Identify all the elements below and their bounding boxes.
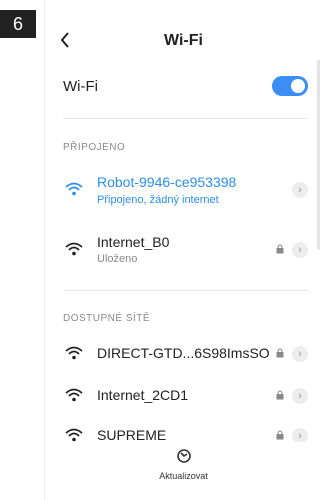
wifi-label: Wi-Fi [63,78,98,95]
wifi-signal-icon [65,428,83,442]
wifi-toggle[interactable] [272,76,308,96]
network-name: DIRECT-GTD...6S98ImsSO [97,345,270,361]
scrollbar[interactable] [317,60,320,250]
network-details-button[interactable]: › [292,242,308,258]
wifi-signal-icon [65,182,83,196]
wifi-signal-icon [65,346,83,360]
network-item-robot[interactable]: Robot-9946-ce953398 Připojeno, žádný int… [45,170,321,210]
refresh-icon [176,449,191,463]
refresh-button[interactable]: Aktualizovat [45,448,321,481]
wifi-settings-screen: Wi-Fi Wi-Fi PŘIPOJENO Robot-9946-ce95339… [44,0,321,500]
section-heading-connected: PŘIPOJENO [63,142,126,153]
section-heading-available: DOSTUPNÉ SÍTĚ [63,313,151,324]
lock-icon [276,390,284,400]
refresh-label: Aktualizovat [159,471,208,481]
network-details-button[interactable]: › [292,182,308,198]
network-name: Robot-9946-ce953398 [97,174,237,190]
wifi-signal-icon [65,388,83,402]
lock-icon [276,430,284,440]
network-name: SUPREME [97,427,167,443]
network-details-button[interactable]: › [292,346,308,362]
network-status: Připojeno, žádný internet [97,194,219,206]
network-name: Internet_B0 [97,234,170,250]
network-status: Uloženo [97,253,138,265]
step-number-badge: 6 [0,10,36,38]
header: Wi-Fi [45,26,321,60]
network-name: Internet_2CD1 [97,387,189,403]
divider [63,118,308,119]
wifi-toggle-row: Wi-Fi [45,70,321,104]
divider [63,290,308,291]
network-item-internet-b0[interactable]: Internet_B0 Uloženo › [45,230,321,270]
wifi-signal-icon [65,242,83,256]
lock-icon [276,348,284,358]
bottom-action-bar: Aktualizovat [45,442,321,500]
network-details-button[interactable]: › [292,388,308,404]
lock-icon [276,244,284,254]
toggle-knob [291,79,305,93]
page-title: Wi-Fi [164,32,203,49]
network-item-direct[interactable]: DIRECT-GTD...6S98ImsSO › [45,340,321,370]
network-item-internet-2cd1[interactable]: Internet_2CD1 › [45,382,321,412]
